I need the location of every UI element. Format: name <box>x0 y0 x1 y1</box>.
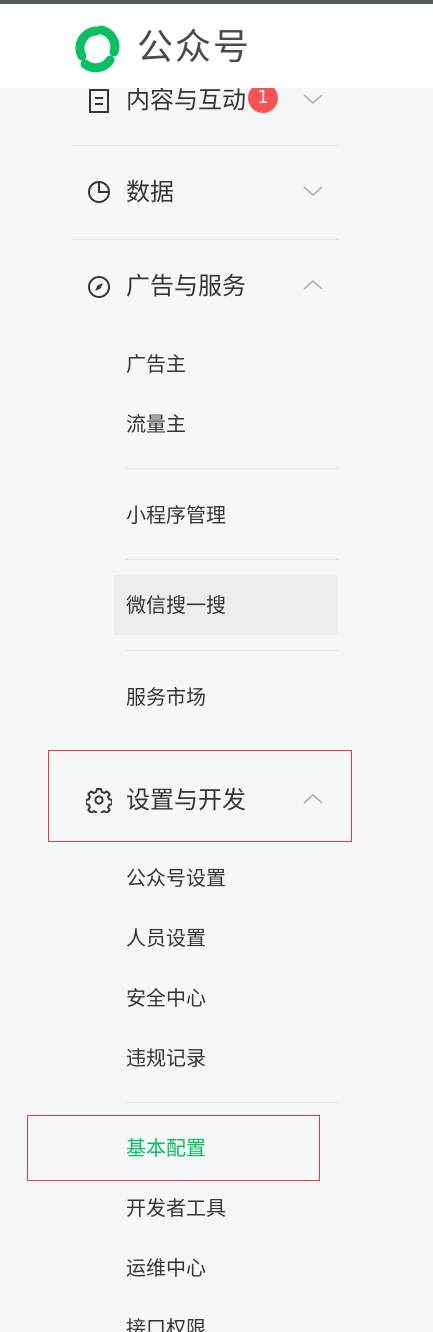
submenu-divider <box>126 559 338 560</box>
wechat-mp-logo-icon <box>75 25 120 73</box>
submenu-item-staff-settings[interactable]: 人员设置 <box>114 908 338 968</box>
submenu-item-mini-program[interactable]: 小程序管理 <box>114 485 338 545</box>
submenu-item-violation-records[interactable]: 违规记录 <box>114 1028 338 1088</box>
submenu-item-account-settings[interactable]: 公众号设置 <box>114 848 338 908</box>
submenu-item-security-center[interactable]: 安全中心 <box>114 968 338 1028</box>
submenu-item-label: 安全中心 <box>126 986 206 1010</box>
compass-icon <box>88 276 110 298</box>
submenu-divider <box>126 1102 338 1103</box>
chevron-down-icon[interactable] <box>302 92 324 106</box>
annotation-box-settings-group <box>48 750 352 842</box>
submenu-item-label: 运维中心 <box>126 1256 206 1280</box>
menu-group-label: 广告与服务 <box>126 272 246 300</box>
submenu-item-wechat-search[interactable]: 微信搜一搜 <box>114 575 338 635</box>
submenu-item-label: 小程序管理 <box>126 503 226 527</box>
document-icon <box>89 89 109 113</box>
menu-group-ads[interactable]: 广告与服务 <box>72 256 338 316</box>
chevron-down-icon[interactable] <box>302 184 324 198</box>
submenu-item-label: 微信搜一搜 <box>126 593 226 617</box>
submenu-item-label: 违规记录 <box>126 1046 206 1070</box>
submenu-divider <box>126 468 338 469</box>
menu-divider <box>72 145 338 146</box>
submenu-item-label: 广告主 <box>126 352 186 376</box>
submenu-item-api-permissions[interactable]: 接口权限 <box>114 1298 338 1332</box>
submenu-item-developer-tools[interactable]: 开发者工具 <box>114 1178 338 1238</box>
submenu-item-label: 开发者工具 <box>126 1196 226 1220</box>
wechat-mp-sidebar-page: 公众号 内容与互动 1 数据 <box>0 0 433 1332</box>
submenu-item-label: 人员设置 <box>126 926 206 950</box>
menu-group-data[interactable]: 数据 <box>72 162 338 222</box>
brand-title: 公众号 <box>137 27 252 68</box>
menu-divider <box>72 239 338 240</box>
submenu-item-label: 服务市场 <box>126 685 206 709</box>
submenu-item-label: 流量主 <box>126 412 186 436</box>
submenu-item-advertiser[interactable]: 广告主 <box>114 334 338 394</box>
menu-group-label: 数据 <box>126 178 174 206</box>
annotation-box-basic-config <box>27 1115 320 1181</box>
pie-chart-icon <box>88 181 110 203</box>
chevron-up-icon[interactable] <box>302 278 324 292</box>
submenu-divider <box>126 650 338 651</box>
header-overlay: 公众号 <box>0 4 433 88</box>
submenu-item-label: 公众号设置 <box>126 866 226 890</box>
submenu-item-service-market[interactable]: 服务市场 <box>114 667 338 727</box>
submenu-item-traffic-owner[interactable]: 流量主 <box>114 394 338 454</box>
menu-group-label: 内容与互动 <box>126 86 246 114</box>
submenu-item-ops-center[interactable]: 运维中心 <box>114 1238 338 1298</box>
submenu-item-label: 接口权限 <box>126 1316 206 1332</box>
